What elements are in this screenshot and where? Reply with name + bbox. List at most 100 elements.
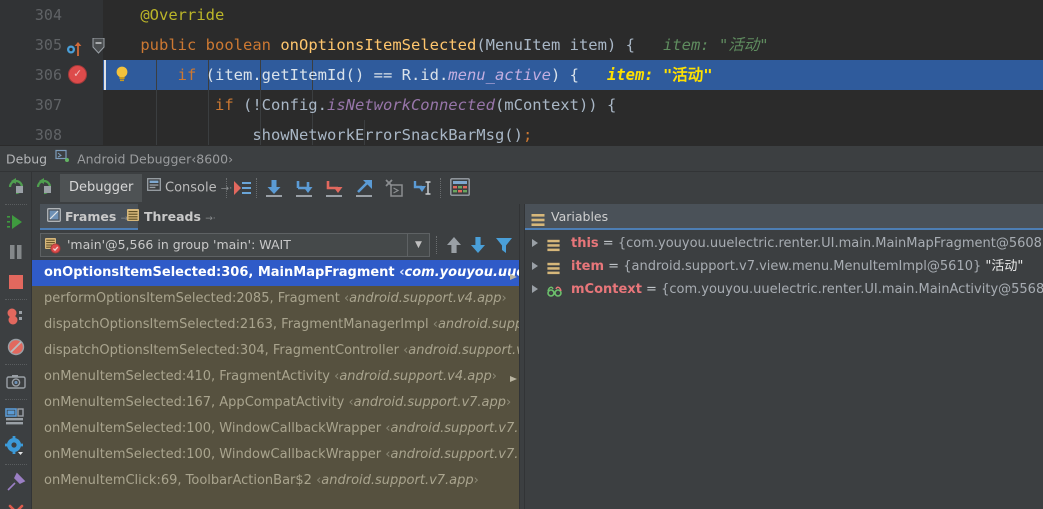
frame-list-item[interactable]: onMenuItemClick:69, ToolbarActionBar$2 ‹…: [32, 468, 519, 494]
code-line[interactable]: 306 if (item.getItemId() == R.id.menu_ac…: [0, 60, 1043, 90]
frame-paren-close: ›: [501, 291, 507, 306]
debug-config-name: Android Debugger: [77, 151, 192, 167]
screenshot-button[interactable]: [0, 367, 32, 397]
code-token: item:: [634, 36, 719, 54]
code-token: (!Config.: [233, 96, 327, 114]
debug-port: 8600: [196, 151, 229, 167]
step-over-icon[interactable]: [264, 178, 284, 198]
editor-gutter[interactable]: 308: [0, 120, 103, 145]
code-token: (item.getItemId() == R.id.: [196, 66, 449, 84]
layout-inspector-button[interactable]: [0, 402, 32, 432]
frame-package: android.support.v4.app: [339, 369, 492, 384]
expand-triangle-icon[interactable]: [532, 262, 538, 270]
code-line[interactable]: 304 @Override: [0, 0, 1043, 30]
frames-scroll-up-icon[interactable]: [510, 266, 518, 280]
expand-triangle-icon[interactable]: [532, 239, 538, 247]
filter-funnel-button[interactable]: [494, 235, 514, 255]
debug-window-title: Debug Android Debugger‹8600›: [0, 146, 1043, 172]
editor-gutter[interactable]: 305: [0, 30, 105, 60]
resume-program-button[interactable]: [0, 207, 32, 237]
step-out-icon[interactable]: [354, 178, 374, 198]
frames-icon: [47, 205, 61, 231]
object-value-icon: [547, 237, 560, 255]
variable-row[interactable]: item = {android.support.v7.view.menu.Men…: [525, 255, 1043, 278]
force-step-into-icon[interactable]: [324, 178, 344, 198]
code-token: ) {: [550, 66, 579, 84]
thread-selector[interactable]: 'main'@5,566 in group 'main': WAIT ▼: [40, 233, 430, 257]
settings-gear-button[interactable]: [0, 432, 32, 462]
frame-list-item[interactable]: onOptionsItemSelected:306, MainMapFragme…: [32, 260, 519, 286]
code-token: if: [177, 66, 197, 84]
code-line[interactable]: 307 if (!Config.isNetworkConnected(mCont…: [0, 90, 1043, 120]
debug-port-close: ›: [228, 151, 234, 167]
frame-package: android.support.v7.view: [390, 421, 519, 436]
frames-list[interactable]: onOptionsItemSelected:306, MainMapFragme…: [32, 260, 519, 509]
android-debugger-icon: [55, 146, 70, 172]
rail-separator: [4, 299, 27, 300]
line-number: 306: [34, 66, 62, 84]
frame-list-item[interactable]: onMenuItemSelected:100, WindowCallbackWr…: [32, 416, 519, 442]
frame-method: onMenuItemClick:69, ToolbarActionBar$2: [44, 473, 317, 488]
code-token: item:: [578, 66, 663, 84]
previous-frame-button[interactable]: [444, 235, 464, 255]
code-editor[interactable]: 304 @Override 305 public boolean onOption…: [0, 0, 1043, 145]
variable-value: {android.support.v7.view.menu.MenuItemIm…: [623, 259, 986, 274]
frame-list-item[interactable]: onMenuItemSelected:410, FragmentActivity…: [32, 364, 519, 390]
drop-frame-icon[interactable]: [384, 178, 404, 198]
rail-separator: [4, 464, 27, 465]
show-execution-point-icon[interactable]: [232, 178, 252, 198]
chevron-down-icon[interactable]: ▼: [407, 234, 429, 256]
editor-gutter[interactable]: 304: [0, 0, 103, 30]
threads-icon: [126, 205, 140, 231]
frame-package: android.support.v7.app: [321, 473, 474, 488]
code-line[interactable]: 305 public boolean onOptionsItemSelected…: [0, 30, 1043, 60]
code-text: @Override: [103, 0, 224, 30]
frame-list-item[interactable]: performOptionsItemSelected:2085, Fragmen…: [32, 286, 519, 312]
override-method-icon[interactable]: [66, 37, 82, 56]
tab-threads[interactable]: Threads →·: [119, 204, 223, 230]
expand-triangle-icon[interactable]: [532, 285, 538, 293]
frame-list-item[interactable]: dispatchOptionsItemSelected:304, Fragmen…: [32, 338, 519, 364]
rerun-button[interactable]: [0, 172, 32, 202]
mute-breakpoints-button[interactable]: [0, 332, 32, 362]
editor-gutter[interactable]: 307: [0, 90, 103, 120]
frame-list-item[interactable]: onMenuItemSelected:167, AppCompatActivit…: [32, 390, 519, 416]
pin-tab-button[interactable]: [0, 467, 32, 497]
code-text: if (item.getItemId() == R.id.menu_active…: [103, 60, 713, 90]
editor-gutter[interactable]: 306: [0, 60, 103, 90]
tab-debugger[interactable]: Debugger: [60, 174, 143, 202]
variable-row[interactable]: mContext = {com.youyou.uuelectric.renter…: [525, 278, 1043, 301]
view-breakpoints-button[interactable]: [0, 302, 32, 332]
frame-package: android.support.v4.app: [437, 317, 519, 332]
verified-breakpoint-icon[interactable]: [68, 64, 87, 84]
run-to-cursor-icon[interactable]: [412, 178, 432, 198]
variable-name: this: [571, 236, 599, 251]
variable-row[interactable]: this = {com.youyou.uuelectric.renter.UI.…: [525, 232, 1043, 255]
evaluate-expression-icon[interactable]: [450, 178, 470, 198]
frame-method: onMenuItemSelected:100, WindowCallbackWr…: [44, 421, 386, 436]
variables-header[interactable]: Variables: [525, 204, 1043, 230]
line-number: 304: [34, 6, 62, 24]
variables-panel: Variables this = {com.youyou.uuelectric.…: [525, 204, 1043, 509]
debugger-toolbar: Debugger Console →·: [32, 172, 1043, 204]
step-into-icon[interactable]: [294, 178, 314, 198]
close-x-button[interactable]: [0, 497, 32, 509]
next-frame-button[interactable]: [468, 235, 488, 255]
frame-method: dispatchOptionsItemSelected:2163, Fragme…: [44, 317, 433, 332]
code-line[interactable]: 308 showNetworkErrorSnackBarMsg();: [0, 120, 1043, 145]
frame-list-item[interactable]: dispatchOptionsItemSelected:2163, Fragme…: [32, 312, 519, 338]
code-token: showNetworkErrorSnackBarMsg(): [252, 126, 523, 144]
frame-list-item[interactable]: onMenuItemSelected:100, WindowCallbackWr…: [32, 442, 519, 468]
restart-debugger-icon[interactable]: [34, 177, 54, 197]
stop-button[interactable]: [0, 267, 32, 297]
tab-threads-chevron-icon[interactable]: →·: [205, 214, 215, 224]
variables-list[interactable]: this = {com.youyou.uuelectric.renter.UI.…: [525, 232, 1043, 509]
code-token: public: [140, 36, 197, 54]
frame-method: onMenuItemSelected:100, WindowCallbackWr…: [44, 447, 386, 462]
frames-scroll-mid-icon[interactable]: [510, 368, 518, 382]
pause-program-button[interactable]: [0, 237, 32, 267]
